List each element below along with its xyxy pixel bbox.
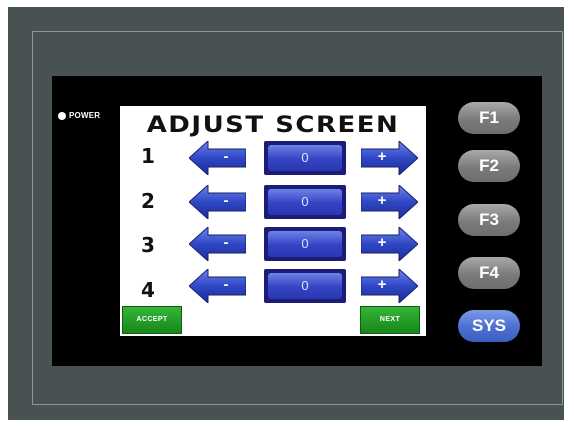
row-2-value: 0: [268, 189, 342, 215]
f2-key[interactable]: F2: [458, 150, 520, 182]
row-1-decrease-button[interactable]: -: [189, 141, 246, 175]
minus-label: -: [223, 234, 229, 251]
minus-label: -: [223, 192, 229, 209]
minus-label: -: [223, 148, 229, 165]
f3-key[interactable]: F3: [458, 204, 520, 236]
row-3-decrease-button[interactable]: -: [189, 227, 246, 261]
f1-key[interactable]: F1: [458, 102, 520, 134]
row-1-increase-button[interactable]: +: [361, 141, 418, 175]
row-4-value: 0: [268, 273, 342, 299]
power-led-icon: [58, 111, 66, 120]
f4-key[interactable]: F4: [458, 257, 520, 289]
row-4-value-display: 0: [264, 269, 346, 303]
minus-label: -: [223, 276, 229, 293]
row-4-increase-button[interactable]: +: [361, 269, 418, 303]
row-3-increase-button[interactable]: +: [361, 227, 418, 261]
row-2-decrease-button[interactable]: -: [189, 185, 246, 219]
power-indicator: POWER: [58, 111, 100, 120]
row-1-label: 1: [141, 144, 155, 168]
row-2-increase-button[interactable]: +: [361, 185, 418, 219]
row-3-value-display: 0: [264, 227, 346, 261]
plus-label: +: [377, 276, 387, 293]
row-1-value-display: 0: [264, 141, 346, 175]
row-1-value: 0: [268, 145, 342, 171]
lcd-screen: ADJUST SCREEN 1 - 0 + 2 - 0 + 3 - 0 + 4 …: [120, 106, 426, 336]
next-button[interactable]: NEXT: [360, 306, 420, 334]
plus-label: +: [377, 234, 387, 251]
row-4-label: 4: [141, 278, 155, 302]
accept-button[interactable]: ACCEPT: [122, 306, 182, 334]
plus-label: +: [377, 192, 387, 209]
row-3-value: 0: [268, 231, 342, 257]
sys-key[interactable]: SYS: [458, 310, 520, 342]
plus-label: +: [377, 148, 387, 165]
power-label: POWER: [69, 111, 101, 120]
row-2-value-display: 0: [264, 185, 346, 219]
screen-title: ADJUST SCREEN: [146, 112, 400, 138]
row-4-decrease-button[interactable]: -: [189, 269, 246, 303]
row-3-label: 3: [141, 233, 155, 257]
row-2-label: 2: [141, 189, 155, 213]
